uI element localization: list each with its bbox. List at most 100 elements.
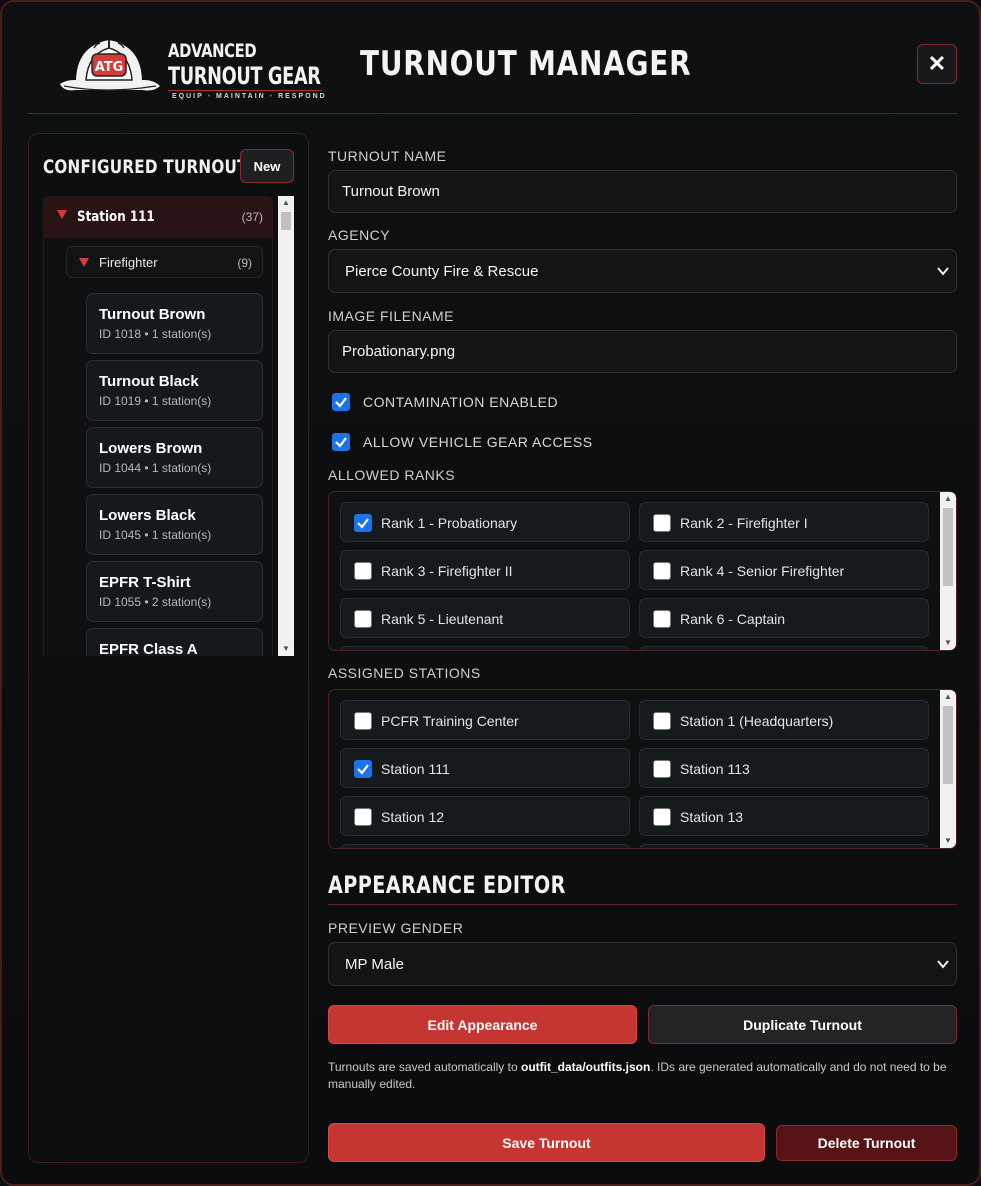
- outfit-name: EPFR T-Shirt: [99, 574, 191, 591]
- rank-option[interactable]: Rank 4 - Senior Firefighter: [639, 550, 929, 590]
- station-option-label: Station 13: [680, 809, 744, 825]
- station-option[interactable]: Station 111: [340, 748, 630, 788]
- station-option-label: Station 111: [381, 761, 450, 777]
- outfit-meta: ID 1019 • 1 station(s): [99, 394, 212, 408]
- scroll-down-icon[interactable]: ▼: [940, 636, 956, 650]
- duplicate-turnout-button[interactable]: Duplicate Turnout: [648, 1005, 957, 1044]
- outfit-name: EPFR Class A: [99, 641, 198, 656]
- tree-node-rank[interactable]: Firefighter (9): [66, 246, 263, 278]
- logo-line-turnout-gear: TURNOUT GEAR: [168, 62, 321, 90]
- scroll-up-icon[interactable]: ▲: [940, 690, 956, 704]
- checkbox-unchecked[interactable]: [653, 610, 671, 628]
- checkbox-unchecked[interactable]: [653, 712, 671, 730]
- logo-line-advanced: ADVANCED: [168, 40, 257, 62]
- station-option[interactable]: Station 1 (Headquarters): [639, 700, 929, 740]
- outfit-card[interactable]: Turnout Black ID 1019 • 1 station(s): [86, 360, 263, 421]
- scroll-down-icon[interactable]: ▼: [940, 834, 956, 848]
- checkbox-unchecked[interactable]: [653, 808, 671, 826]
- checkbox-unchecked[interactable]: [653, 760, 671, 778]
- rank-label: Firefighter: [99, 255, 158, 270]
- ranks-scrollbar[interactable]: ▲ ▼: [940, 492, 956, 650]
- outfit-card[interactable]: EPFR T-Shirt ID 1055 • 2 station(s): [86, 561, 263, 622]
- checkbox-unchecked[interactable]: [354, 712, 372, 730]
- turnout-manager-window: ATG ADVANCED TURNOUT GEAR EQUIP • MAINTA…: [0, 0, 981, 1186]
- station-option[interactable]: Station 13: [639, 796, 929, 836]
- checkbox-checked[interactable]: [332, 393, 350, 411]
- vehicle-access-label: ALLOW VEHICLE GEAR ACCESS: [363, 434, 593, 450]
- checkbox-checked[interactable]: [354, 760, 372, 778]
- station-option-label: Station 1 (Headquarters): [680, 713, 834, 729]
- autosave-note: Turnouts are saved automatically to outf…: [328, 1060, 947, 1091]
- rank-count: (9): [237, 256, 252, 270]
- checkbox-unchecked[interactable]: [354, 808, 372, 826]
- station-option-label: Station 113: [680, 761, 750, 777]
- rank-option-label: Rank 5 - Lieutenant: [381, 611, 504, 627]
- station-option[interactable]: PCFR Training Center: [340, 700, 630, 740]
- outfit-card[interactable]: Lowers Brown ID 1044 • 1 station(s): [86, 427, 263, 488]
- image-filename-input[interactable]: Probationary.png: [328, 330, 957, 373]
- section-divider: [328, 904, 957, 905]
- logo-rule: [168, 90, 322, 91]
- panel-title: CONFIGURED TURNOUTS: [43, 156, 259, 178]
- station-option[interactable]: Station 113: [639, 748, 929, 788]
- tree-scrollbar[interactable]: ▲ ▼: [278, 196, 294, 656]
- rank-option-label: Rank 6 - Captain: [680, 611, 786, 627]
- delete-turnout-button[interactable]: Delete Turnout: [776, 1125, 957, 1161]
- outfit-card[interactable]: EPFR Class A: [86, 628, 263, 656]
- close-button[interactable]: ✕: [917, 44, 957, 84]
- outfit-card[interactable]: Turnout Brown ID 1018 • 1 station(s): [86, 293, 263, 354]
- scroll-down-icon[interactable]: ▼: [278, 642, 294, 656]
- rank-option-label: Rank 4 - Senior Firefighter: [680, 563, 845, 579]
- rank-option[interactable]: Rank 3 - Firefighter II: [340, 550, 630, 590]
- logo-tagline: EQUIP • MAINTAIN • RESPOND: [172, 93, 327, 100]
- rank-option-label: Rank 1 - Probationary: [381, 515, 518, 531]
- checkbox-unchecked[interactable]: [354, 610, 372, 628]
- outfit-name: Lowers Brown: [99, 440, 203, 457]
- appearance-editor-title: APPEARANCE EDITOR: [328, 871, 566, 899]
- agency-label: AGENCY: [328, 227, 391, 243]
- station-option-partial: [340, 844, 630, 848]
- tree-node-station[interactable]: Station 111 (37): [43, 196, 273, 238]
- stations-scrollbar[interactable]: ▲ ▼: [940, 690, 956, 848]
- outfits-json-path: outfit_data/outfits.json: [520, 1060, 651, 1074]
- rank-option[interactable]: Rank 1 - Probationary: [340, 502, 630, 542]
- preview-gender-select[interactable]: MP Male: [328, 942, 957, 986]
- outfit-meta: ID 1018 • 1 station(s): [99, 327, 212, 341]
- outfit-name: Turnout Black: [99, 373, 199, 390]
- outfit-name: Lowers Black: [99, 507, 196, 524]
- edit-appearance-button[interactable]: Edit Appearance: [328, 1005, 637, 1044]
- preview-gender-label: PREVIEW GENDER: [328, 920, 464, 936]
- turnout-name-input[interactable]: Turnout Brown: [328, 170, 957, 213]
- checkbox-unchecked[interactable]: [354, 562, 372, 580]
- preview-gender-value: MP Male: [345, 956, 404, 973]
- rank-option-partial: [340, 646, 630, 650]
- outfit-card[interactable]: Lowers Black ID 1045 • 1 station(s): [86, 494, 263, 555]
- scroll-thumb[interactable]: [281, 212, 291, 230]
- scroll-up-icon[interactable]: ▲: [278, 196, 294, 210]
- outfit-meta: ID 1044 • 1 station(s): [99, 461, 212, 475]
- station-option-label: Station 12: [381, 809, 445, 825]
- page-title: TURNOUT MANAGER: [360, 44, 692, 84]
- checkbox-unchecked[interactable]: [653, 562, 671, 580]
- scroll-thumb[interactable]: [943, 706, 953, 784]
- save-turnout-button[interactable]: Save Turnout: [328, 1123, 765, 1162]
- rank-option[interactable]: Rank 6 - Captain: [639, 598, 929, 638]
- new-turnout-button[interactable]: New: [240, 149, 294, 183]
- rank-option[interactable]: Rank 5 - Lieutenant: [340, 598, 630, 638]
- checkbox-checked[interactable]: [332, 433, 350, 451]
- station-option-label: PCFR Training Center: [381, 713, 519, 729]
- assigned-stations-label: ASSIGNED STATIONS: [328, 665, 481, 681]
- checkbox-checked[interactable]: [354, 514, 372, 532]
- allowed-ranks-label: ALLOWED RANKS: [328, 467, 456, 483]
- checkbox-unchecked[interactable]: [653, 514, 671, 532]
- chevron-down-icon: [937, 960, 949, 969]
- agency-select[interactable]: Pierce County Fire & Rescue: [328, 249, 957, 293]
- image-filename-label: IMAGE FILENAME: [328, 308, 455, 324]
- rank-option[interactable]: Rank 2 - Firefighter I: [639, 502, 929, 542]
- scroll-thumb[interactable]: [943, 508, 953, 586]
- scroll-up-icon[interactable]: ▲: [940, 492, 956, 506]
- tree-body: Station 111 (37) Firefighter (9) Turnout…: [43, 196, 273, 656]
- chevron-down-icon: [937, 267, 949, 276]
- station-option[interactable]: Station 12: [340, 796, 630, 836]
- header: ATG ADVANCED TURNOUT GEAR EQUIP • MAINTA…: [28, 22, 957, 114]
